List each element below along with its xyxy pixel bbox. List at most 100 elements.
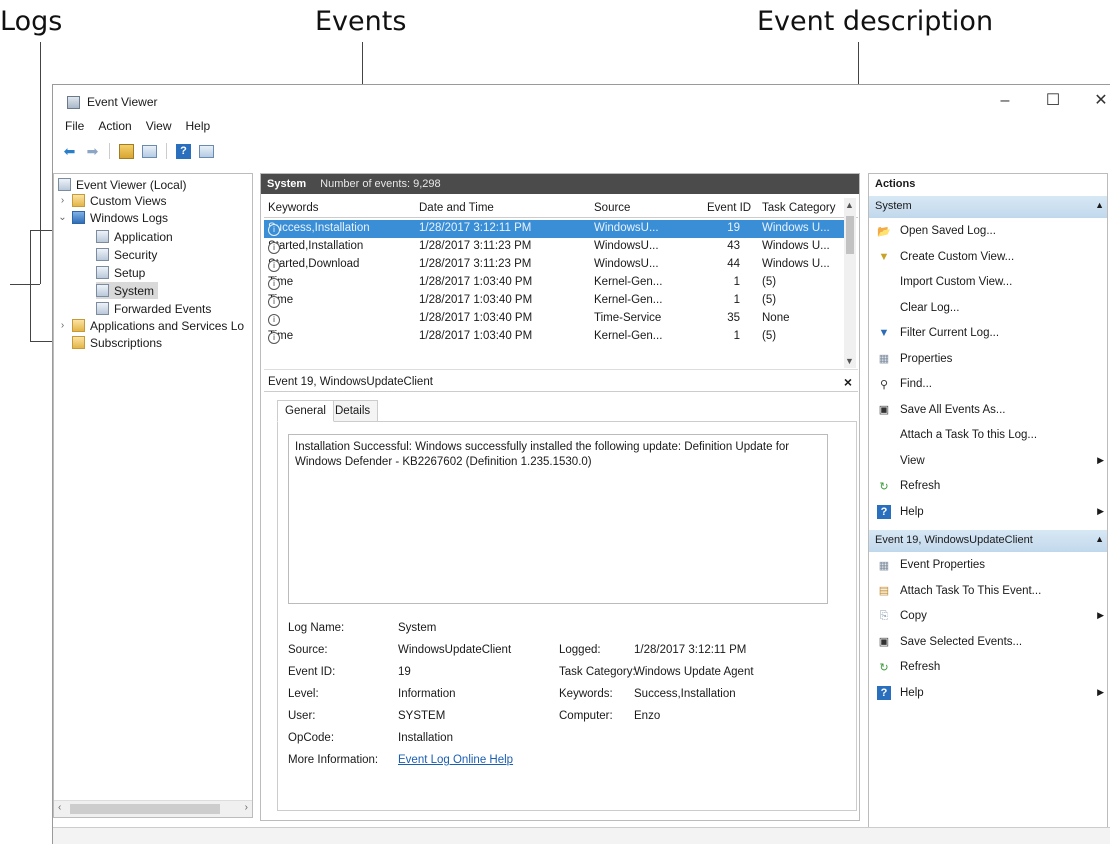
cell-category: None — [762, 312, 790, 324]
help-icon[interactable]: ? — [175, 143, 192, 160]
event-row[interactable]: i 1/28/2017 1:03:40 PM Time-Service 35 None — [264, 310, 844, 328]
blank-icon — [877, 454, 891, 468]
event-row[interactable]: i Success,Installation 1/28/2017 3:12:11 P… — [264, 220, 844, 238]
tree-node-custom-views[interactable]: › Custom Views — [58, 192, 167, 209]
menu-file[interactable]: File — [65, 119, 84, 137]
action-item[interactable]: ▤ Attach Task To This Event... — [869, 580, 1107, 602]
submenu-arrow-icon: ▶ — [1097, 454, 1104, 465]
callout-events: Events — [315, 6, 407, 37]
action-item[interactable]: ⚲ Find... — [869, 373, 1107, 395]
action-item[interactable]: ▣ Save Selected Events... — [869, 631, 1107, 653]
event-row[interactable]: i Started,Download 1/28/2017 3:11:23 PM Win… — [264, 256, 844, 274]
chevron-right-icon[interactable]: › — [58, 195, 67, 206]
filter-icon: ▼ — [878, 327, 890, 339]
close-icon[interactable]: × — [844, 374, 852, 390]
forward-arrow-icon[interactable]: ➡ — [84, 143, 101, 160]
event-row[interactable]: i Time 1/28/2017 1:03:40 PM Kernel-Gen... 1(… — [264, 274, 844, 292]
tree-node-label: Applications and Services Lo — [90, 318, 245, 333]
tree-node-apps-services[interactable]: › Applications and Services Lo — [58, 317, 244, 334]
tree-node-root[interactable]: Event Viewer (Local) — [58, 176, 187, 193]
event-row[interactable]: i Time 1/28/2017 1:03:40 PM Kernel-Gen... 1(… — [264, 292, 844, 310]
collapse-icon[interactable]: ▲ — [1095, 200, 1104, 210]
action-item[interactable]: ↻ Refresh — [869, 475, 1107, 497]
scroll-right-icon[interactable]: › — [245, 802, 248, 813]
close-button[interactable]: ✕ — [1084, 91, 1110, 113]
up-folder-icon[interactable] — [118, 143, 135, 160]
action-item[interactable]: Clear Log... — [869, 297, 1107, 319]
column-keywords[interactable]: Keywords — [268, 202, 319, 214]
column-source[interactable]: Source — [594, 202, 630, 214]
action-item[interactable]: ▼ Create Custom View... — [869, 246, 1107, 268]
action-item[interactable]: Import Custom View... — [869, 271, 1107, 293]
event-log-online-help-link[interactable]: Event Log Online Help — [398, 754, 513, 766]
label-opcode: OpCode: — [288, 732, 335, 744]
blank-icon — [877, 275, 891, 289]
event-viewer-window: Event Viewer – ☐ ✕ File Action View Help… — [52, 84, 1110, 844]
show-hide-tree-icon[interactable] — [141, 143, 158, 160]
action-item-label: Attach a Task To this Log... — [900, 429, 1038, 441]
section-label: System — [875, 200, 912, 212]
status-bar — [53, 827, 1110, 844]
show-hide-action-pane-icon[interactable] — [198, 143, 215, 160]
event-row[interactable]: i Started,Installation 1/28/2017 3:11:23 P… — [264, 238, 844, 256]
action-item[interactable]: 📂 Open Saved Log... — [869, 220, 1107, 242]
actions-section-event[interactable]: Event 19, WindowsUpdateClient ▲ — [869, 530, 1107, 552]
action-item[interactable]: ? Help ▶ — [869, 501, 1107, 523]
action-item[interactable]: ▣ Save All Events As... — [869, 399, 1107, 421]
label-user: User: — [288, 710, 316, 722]
event-row[interactable]: i Time 1/28/2017 1:03:40 PM Kernel-Gen... 1(… — [264, 328, 844, 346]
scroll-left-icon[interactable]: ‹ — [58, 802, 61, 813]
actions-section-system[interactable]: System ▲ — [869, 196, 1107, 218]
maximize-button[interactable]: ☐ — [1036, 91, 1070, 113]
scrollbar-thumb[interactable] — [846, 216, 854, 254]
scroll-up-icon[interactable]: ▲ — [845, 200, 854, 210]
action-item[interactable]: ↻ Refresh — [869, 656, 1107, 678]
action-item-label: Refresh — [900, 661, 941, 673]
column-task-category[interactable]: Task Category — [762, 202, 836, 214]
event-description[interactable]: Installation Successful: Windows success… — [288, 434, 828, 604]
action-item-label: Copy — [900, 610, 927, 622]
cell-id: 43 — [727, 240, 740, 252]
tree-node-security[interactable]: Security — [96, 246, 157, 263]
tree-node-windows-logs[interactable]: ⌄ Windows Logs — [58, 209, 168, 226]
column-event-id[interactable]: Event ID — [707, 202, 751, 214]
tree-node-forwarded-events[interactable]: Forwarded Events — [96, 300, 211, 317]
tree-node-subscriptions[interactable]: Subscriptions — [72, 334, 162, 351]
tab-general[interactable]: General — [277, 400, 334, 422]
action-item-label: Save Selected Events... — [900, 635, 1023, 648]
scrollbar-thumb[interactable] — [70, 804, 220, 814]
tree-node-system[interactable]: System — [96, 282, 159, 299]
menu-help[interactable]: Help — [186, 119, 211, 137]
actions-header: Actions — [875, 178, 916, 190]
collapse-icon[interactable]: ▲ — [1095, 534, 1104, 544]
action-item[interactable]: ? Help ▶ — [869, 682, 1107, 704]
action-item[interactable]: ▼ Filter Current Log... — [869, 322, 1107, 344]
tree-node-setup[interactable]: Setup — [96, 264, 145, 281]
tab-details[interactable]: Details — [327, 400, 379, 422]
tree-node-application[interactable]: Application — [96, 228, 173, 245]
tree-node-label: Event Viewer (Local) — [76, 177, 187, 192]
tree-horizontal-scrollbar[interactable]: ‹ › — [54, 800, 252, 817]
event-list-scrollbar[interactable]: ▲ ▼ — [844, 198, 856, 368]
action-item[interactable]: View ▶ — [869, 450, 1107, 472]
column-date-time[interactable]: Date and Time — [419, 202, 494, 214]
event-viewer-icon — [58, 178, 71, 191]
chevron-down-icon[interactable]: ⌄ — [58, 212, 67, 223]
action-item[interactable]: Attach a Task To this Log... — [869, 424, 1107, 446]
menu-view[interactable]: View — [146, 119, 172, 137]
menu-action[interactable]: Action — [98, 119, 131, 137]
action-item-label: Attach Task To This Event... — [900, 584, 1042, 597]
chevron-right-icon[interactable]: › — [58, 320, 67, 331]
action-item[interactable]: ▦ Properties — [869, 348, 1107, 370]
label-source: Source: — [288, 644, 328, 656]
cell-id: 1 — [733, 294, 740, 306]
tree-node-label: Forwarded Events — [114, 301, 212, 316]
label-keywords: Keywords: — [559, 688, 613, 700]
action-item[interactable]: ⎘ Copy ▶ — [869, 605, 1107, 627]
minimize-button[interactable]: – — [988, 91, 1022, 113]
properties-icon: ▦ — [878, 559, 890, 572]
back-arrow-icon[interactable]: ⬅ — [61, 143, 78, 160]
event-list-header: Keywords Date and Time Source Event ID T… — [264, 198, 858, 218]
action-item[interactable]: ▦ Event Properties — [869, 554, 1107, 576]
scroll-down-icon[interactable]: ▼ — [845, 356, 854, 366]
